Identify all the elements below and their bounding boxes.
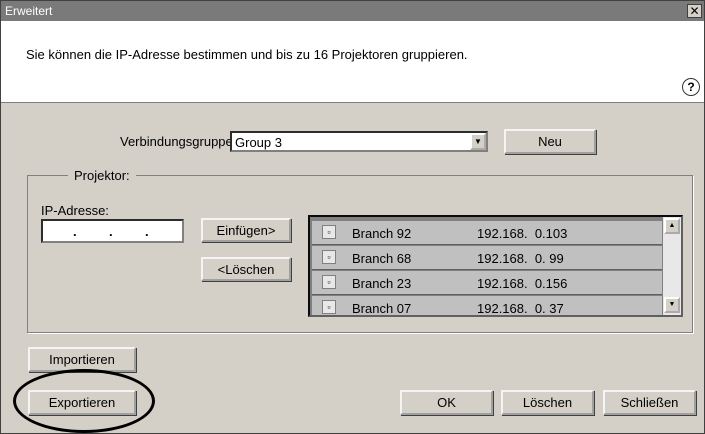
advanced-dialog: Erweitert ✕ Sie können die IP-Adresse be… [0, 0, 705, 434]
projector-name: Branch 92 [352, 226, 412, 241]
ip-address-label: IP-Adresse: [41, 203, 109, 218]
list-scrollbar[interactable]: ▲ ▼ [663, 217, 681, 315]
ok-button[interactable]: OK [400, 390, 493, 415]
help-icon[interactable]: ? [682, 78, 700, 96]
list-item[interactable]: ▫ Branch 92 192.168. 0.103 [312, 221, 662, 245]
close-icon[interactable]: ✕ [687, 4, 702, 18]
connection-group-value: Group 3 [235, 135, 282, 150]
dialog-header: Sie können die IP-Adresse bestimmen und … [1, 21, 704, 103]
delete-group-button[interactable]: Löschen [501, 390, 594, 415]
projector-icon: ▫ [322, 275, 336, 289]
list-item[interactable]: ▫ Branch 07 192.168. 0. 37 [312, 296, 662, 316]
close-button[interactable]: Schließen [603, 390, 696, 415]
projector-ip: 192.168. 0. 37 [477, 301, 564, 316]
import-button[interactable]: Importieren [28, 347, 136, 372]
remove-button[interactable]: <Löschen [201, 257, 291, 281]
projector-icon: ▫ [322, 300, 336, 314]
projector-icon: ▫ [322, 225, 336, 239]
list-item[interactable]: ▫ Branch 23 192.168. 0.156 [312, 271, 662, 295]
dropdown-arrow-icon[interactable]: ▼ [470, 133, 486, 150]
scroll-down-icon[interactable]: ▼ [664, 297, 680, 313]
list-item[interactable]: ▫ Branch 68 192.168. 0. 99 [312, 246, 662, 270]
ip-address-field[interactable]: . . . [41, 219, 184, 243]
connection-group-label: Verbindungsgruppe: [120, 134, 237, 149]
projector-ip: 192.168. 0.103 [477, 226, 568, 241]
projector-ip: 192.168. 0. 99 [477, 251, 564, 266]
projector-legend: Projektor: [68, 168, 136, 183]
header-description: Sie können die IP-Adresse bestimmen und … [26, 47, 468, 62]
projector-name: Branch 68 [352, 251, 412, 266]
projector-icon: ▫ [322, 250, 336, 264]
ip-dot: . [109, 224, 113, 239]
projector-name: Branch 23 [352, 276, 412, 291]
projector-name: Branch 07 [352, 301, 412, 316]
export-button[interactable]: Exportieren [28, 390, 136, 415]
ip-dot: . [73, 224, 77, 239]
ip-dot: . [145, 224, 149, 239]
window-title: Erweitert [5, 4, 53, 18]
projector-list[interactable]: ▫ Branch 92 192.168. 0.103 ▫ Branch 68 1… [308, 215, 683, 317]
connection-group-select[interactable]: Group 3 ▼ [230, 131, 488, 152]
new-group-button[interactable]: Neu [504, 129, 596, 154]
projector-ip: 192.168. 0.156 [477, 276, 568, 291]
title-bar[interactable]: Erweitert ✕ [1, 1, 704, 21]
scroll-up-icon[interactable]: ▲ [664, 218, 680, 234]
insert-button[interactable]: Einfügen> [201, 218, 291, 242]
